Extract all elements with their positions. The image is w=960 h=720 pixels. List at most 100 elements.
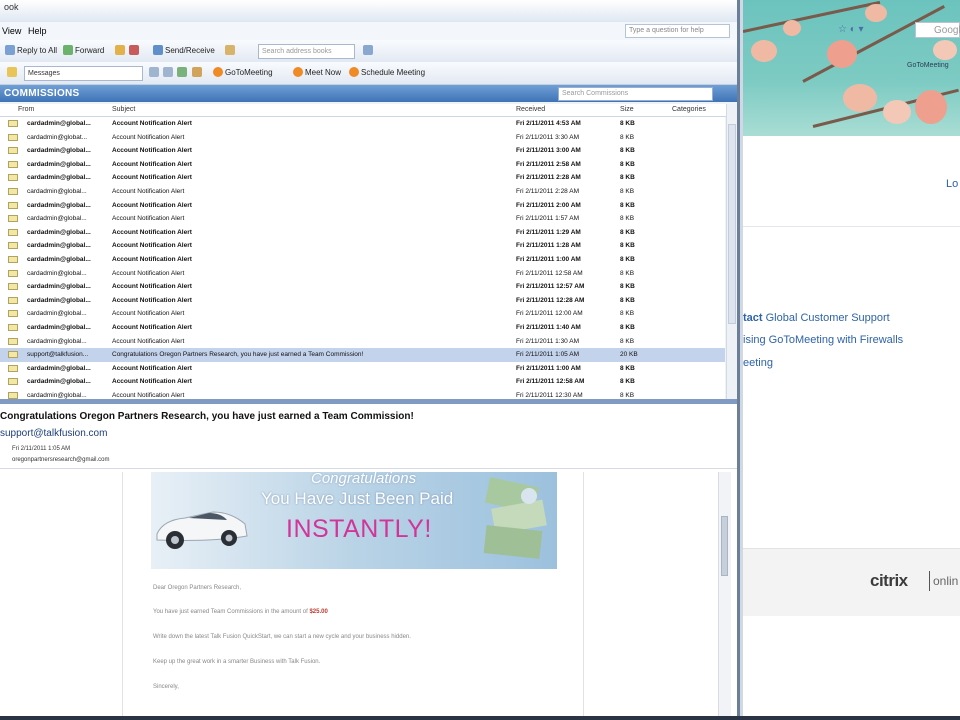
message-row[interactable]: cardadmin@global... Account Notification … (0, 185, 725, 199)
browser-search-box[interactable]: Google (915, 22, 960, 38)
gotomeeting-toolbar: Messages GoToMeeting Meet Now Schedule M… (0, 62, 737, 85)
send-receive-button[interactable]: Send/Receive (150, 44, 218, 58)
forward-icon (63, 45, 73, 55)
message-from: cardadmin@global... (27, 120, 91, 127)
support-link-customer[interactable]: tact Global Customer Support (743, 312, 890, 324)
message-row[interactable]: support@talkfusion... Congratulations Ore… (0, 348, 725, 362)
message-sender[interactable]: support@talkfusion.com (0, 428, 107, 439)
delete-icon (129, 45, 140, 55)
message-row[interactable]: cardadmin@global... Account Notification … (0, 144, 725, 158)
message-row[interactable]: cardadmin@global... Account Notification … (0, 389, 725, 399)
message-size: 8 KB (620, 337, 635, 345)
reading-pane-scrollbar[interactable] (718, 472, 731, 716)
title-bar: ook (0, 0, 737, 22)
blossom (915, 90, 947, 124)
message-subject-cell: Account Notification Alert (112, 392, 185, 399)
gotomeeting-button[interactable]: GoToMeeting (210, 66, 276, 80)
message-size: 8 KB (620, 296, 635, 304)
blossom (751, 40, 777, 62)
window-title: ook (4, 2, 19, 12)
folder-search-input[interactable]: Search Commissions (558, 87, 713, 101)
support-link-firewalls[interactable]: ising GoToMeeting with Firewalls (743, 334, 903, 346)
message-subject-cell: Account Notification Alert (112, 378, 192, 386)
message-size: 8 KB (620, 120, 635, 127)
message-row[interactable]: cardadmin@global... Account Notification … (0, 280, 725, 294)
banner-congratulations: Congratulations (311, 472, 417, 487)
messages-select[interactable]: Messages (24, 66, 143, 81)
message-subject-cell: Account Notification Alert (112, 228, 192, 236)
browser-bottom (743, 616, 960, 716)
column-categories[interactable]: Categories (672, 106, 706, 113)
reading-scrollbar-thumb[interactable] (721, 516, 728, 576)
message-row[interactable]: cardadmin@global... Account Notification … (0, 117, 725, 131)
message-row[interactable]: cardadmin@global... Account Notification … (0, 212, 725, 226)
message-row[interactable]: cardadmin@global... Account Notification … (0, 199, 725, 213)
header-caption: GoToMeeting (907, 62, 949, 69)
address-book-icon (225, 45, 235, 55)
login-link[interactable]: Lo (946, 178, 958, 190)
support-link-meeting[interactable]: eeting (743, 357, 773, 369)
address-book-search[interactable]: Search address books (258, 44, 355, 59)
message-from: cardadmin@global... (27, 378, 91, 386)
column-size[interactable]: Size (620, 106, 634, 113)
message-from: cardadmin@global... (27, 242, 91, 250)
message-row[interactable]: cardadmin@global... Account Notification … (0, 335, 725, 349)
browser-nav-icons[interactable]: ☆ ◐ ▾ (838, 24, 864, 35)
help-button[interactable] (360, 44, 378, 58)
message-subject-cell: Account Notification Alert (112, 201, 192, 209)
folder-name: COMMISSIONS (4, 88, 80, 99)
message-row[interactable]: cardadmin@global... Account Notification … (0, 226, 725, 240)
message-row[interactable]: cardadmin@global... Account Notification … (0, 239, 725, 253)
message-received: Fri 2/11/2011 2:00 AM (516, 201, 581, 209)
envelope-icon (8, 256, 18, 263)
message-size: 8 KB (620, 188, 635, 195)
menu-view[interactable]: View (2, 26, 21, 36)
envelope-icon (8, 201, 18, 209)
message-row[interactable]: cardadmin@global... Account Notification … (0, 307, 725, 321)
categorize-button[interactable] (112, 44, 144, 58)
forward-button[interactable]: Forward (60, 44, 107, 58)
message-from: cardadmin@global... (27, 310, 87, 318)
column-subject[interactable]: Subject (112, 106, 135, 113)
column-from[interactable]: From (18, 106, 34, 113)
menu-help[interactable]: Help (28, 26, 47, 36)
envelope-icon (8, 133, 18, 141)
blossom (865, 4, 887, 22)
scrollbar-thumb[interactable] (728, 124, 736, 324)
message-row[interactable]: cardadmin@global... Account Notification … (0, 321, 725, 335)
reply-all-button[interactable]: Reply to All (2, 44, 60, 58)
message-subject-cell: Account Notification Alert (112, 269, 185, 277)
message-subject-cell: Account Notification Alert (112, 337, 185, 345)
message-size: 8 KB (620, 160, 635, 168)
address-book-button[interactable] (222, 44, 240, 58)
message-row[interactable]: cardadmin@global... Account Notification … (0, 294, 725, 308)
blossom (883, 100, 911, 124)
message-row[interactable]: cardadmin@globat... Account Notification … (0, 131, 725, 145)
message-row[interactable]: cardadmin@global... Account Notification … (0, 267, 725, 281)
message-row[interactable]: cardadmin@global... Account Notification … (0, 171, 725, 185)
message-subject-cell: Account Notification Alert (112, 310, 185, 318)
message-received: Fri 2/11/2011 3:30 AM (516, 133, 579, 141)
message-subject-cell: Account Notification Alert (112, 215, 185, 223)
envelope-icon (8, 174, 18, 182)
column-received[interactable]: Received (516, 106, 545, 113)
blossom (783, 20, 801, 36)
message-list-scrollbar[interactable] (726, 104, 737, 399)
help-search-input[interactable]: Type a question for help (625, 24, 730, 38)
message-subject-cell: Account Notification Alert (112, 256, 192, 263)
meet-now-button[interactable]: Meet Now (290, 66, 344, 80)
message-row[interactable]: cardadmin@global... Account Notification … (0, 375, 725, 389)
email-banner: Congratulations You Have Just Been Paid … (151, 472, 557, 569)
sports-car-image (156, 511, 248, 549)
schedule-meeting-button[interactable]: Schedule Meeting (346, 66, 428, 80)
message-from: cardadmin@global... (27, 160, 91, 168)
message-row[interactable]: cardadmin@global... Account Notification … (0, 253, 725, 267)
message-row[interactable]: cardadmin@global... Account Notification … (0, 158, 725, 172)
view-icons[interactable] (146, 66, 207, 80)
message-subject: Congratulations Oregon Partners Research… (0, 411, 414, 422)
message-subject-cell: Congratulations Oregon Partners Research… (112, 351, 364, 359)
message-subject-cell: Account Notification Alert (112, 174, 192, 182)
message-row[interactable]: cardadmin@global... Account Notification … (0, 362, 725, 376)
envelope-icon (8, 188, 18, 195)
message-from: cardadmin@global... (27, 269, 87, 277)
